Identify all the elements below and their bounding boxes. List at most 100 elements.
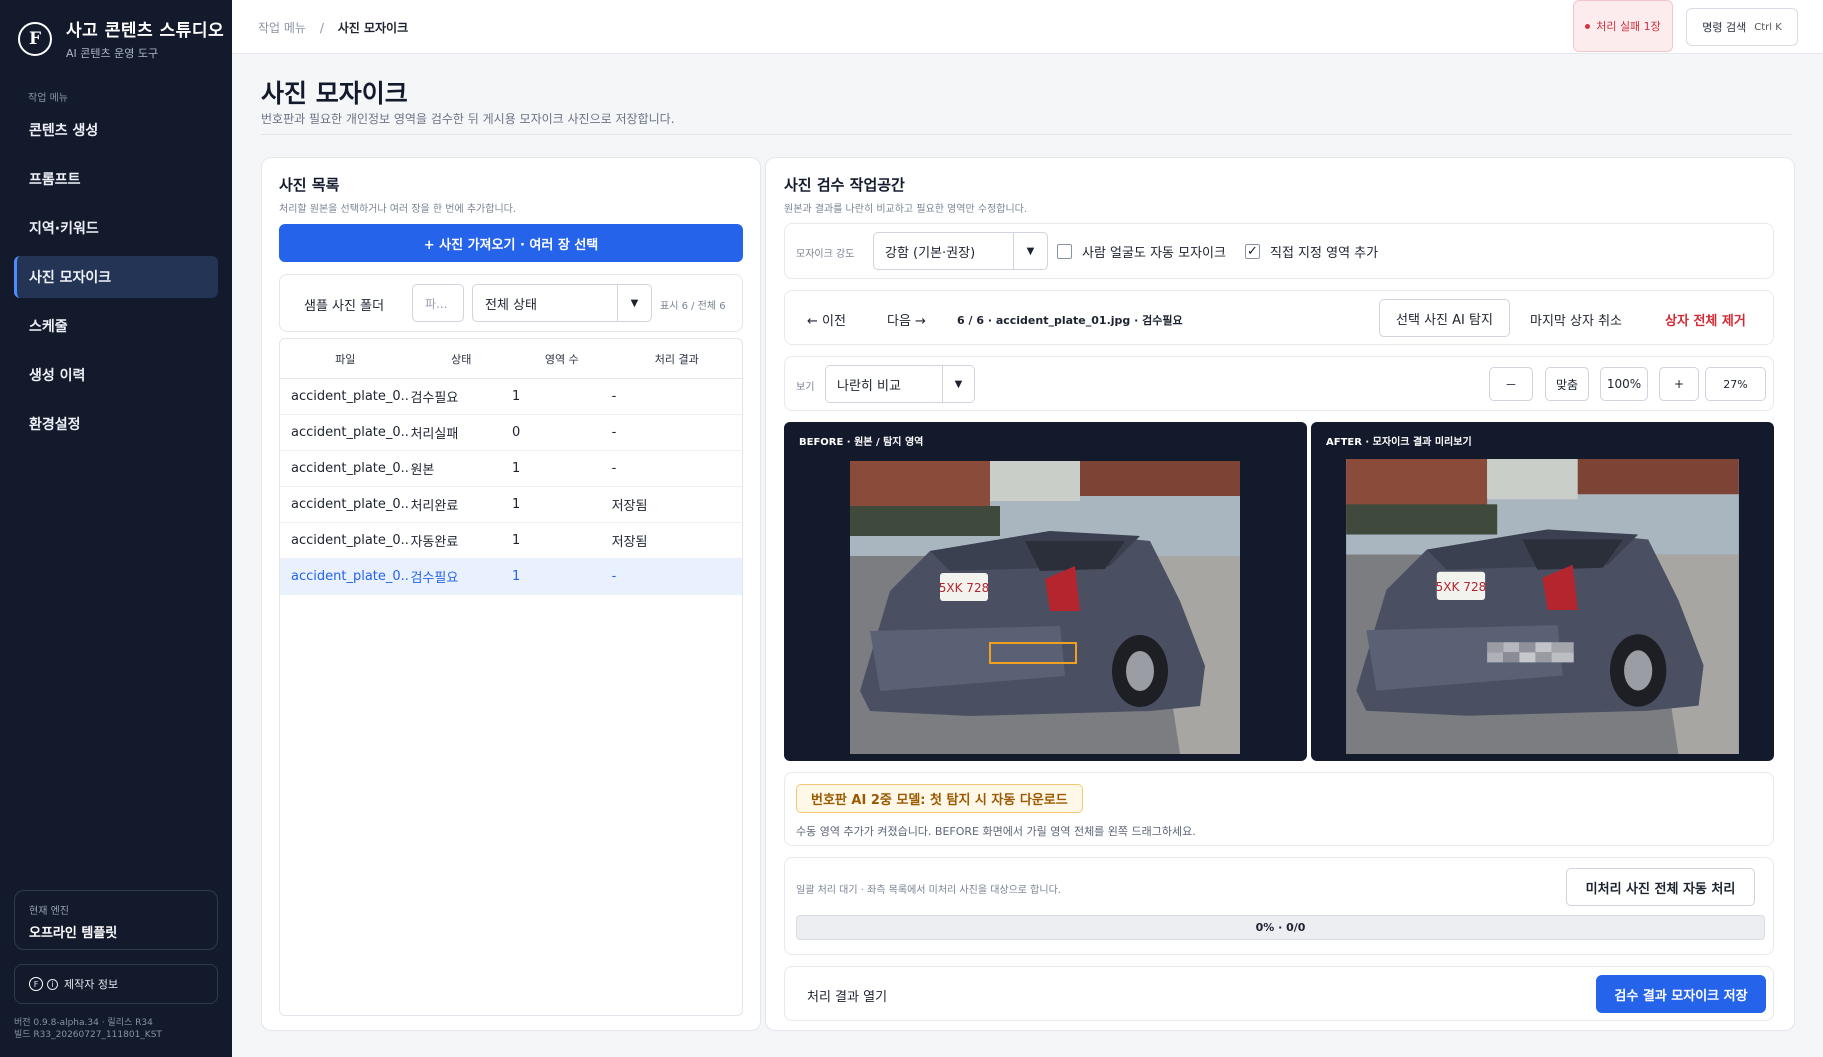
- table-row-selected[interactable]: accident_plate_0... 검수필요 1 -: [280, 559, 742, 595]
- brand[interactable]: F 사고 콘텐츠 스튜디오 AI 콘텐츠 운영 도구: [18, 16, 224, 61]
- breadcrumb-root[interactable]: 작업 메뉴: [258, 21, 306, 35]
- checkbox-unchecked-icon: [1057, 244, 1072, 259]
- file-table: 파일 상태 영역 수 처리 결과 accident_plate_0... 검수필…: [279, 338, 743, 1016]
- zoom-level: 27%: [1705, 367, 1766, 401]
- cell-status: 검수필요: [410, 571, 459, 586]
- sidebar-section-label: 작업 메뉴: [28, 93, 68, 104]
- fit-button[interactable]: 맞춤: [1545, 367, 1589, 401]
- batch-auto-process-button[interactable]: 미처리 사진 전체 자동 처리: [1566, 868, 1755, 906]
- view-label: 보기: [796, 382, 815, 393]
- cell-status: 원본: [410, 463, 435, 478]
- workspace-title: 사진 검수 작업공간: [784, 176, 905, 194]
- cell-status: 처리완료: [410, 499, 459, 514]
- column-header-areas[interactable]: 영역 수: [512, 351, 612, 367]
- sidebar-nav: 콘텐츠 생성 프롬프트 지역·키워드 사진 모자이크 스케줄 생성 이력 환경설…: [14, 109, 218, 452]
- photo-count: 표시 6 / 전체 6: [660, 301, 726, 312]
- strength-value: 강함 (기본·권장): [885, 245, 976, 261]
- auto-face-label: 사람 얼굴도 자동 모자이크: [1082, 246, 1226, 261]
- save-mosaic-button[interactable]: 검수 결과 모자이크 저장: [1596, 975, 1766, 1013]
- zoom-100-button[interactable]: 100%: [1600, 367, 1648, 401]
- photo-list-subtitle: 처리할 원본을 선택하거나 여러 장을 한 번에 추가합니다.: [279, 204, 517, 215]
- engine-value: 오프라인 템플릿: [29, 926, 118, 941]
- status-dot-icon: [1585, 23, 1591, 29]
- column-header-status[interactable]: 상태: [410, 351, 512, 367]
- sidebar-item-label: 스케줄: [29, 319, 68, 335]
- sidebar-item-region-keyword[interactable]: 지역·키워드: [14, 207, 218, 249]
- cell-file: accident_plate_0...: [291, 497, 411, 512]
- folder-input[interactable]: 파...: [412, 284, 464, 322]
- remove-all-boxes-button[interactable]: 상자 전체 제거: [1665, 310, 1746, 329]
- chevron-down-icon: ▼: [1013, 233, 1047, 269]
- ai-detect-button[interactable]: 선택 사진 AI 탐지: [1379, 299, 1510, 337]
- manual-area-checkbox[interactable]: ✓ 직접 지정 영역 추가: [1245, 242, 1378, 261]
- undo-box-button[interactable]: 마지막 상자 취소: [1530, 310, 1622, 329]
- column-header-file[interactable]: 파일: [280, 351, 410, 367]
- table-header: 파일 상태 영역 수 처리 결과: [280, 339, 742, 379]
- table-row[interactable]: accident_plate_0... 처리실패 0 -: [280, 415, 742, 451]
- view-mode-select[interactable]: 나란히 비교 ▼: [825, 365, 975, 403]
- import-photos-button[interactable]: + 사진 가져오기 · 여러 장 선택: [279, 224, 743, 262]
- after-photo: 5XK 728: [1346, 459, 1739, 754]
- plate-text: 5XK 728: [939, 581, 989, 595]
- prev-button[interactable]: ← 이전: [807, 310, 846, 329]
- engine-label: 현재 엔진: [29, 906, 69, 917]
- before-pane-title: BEFORE · 원본 / 탐지 영역: [799, 437, 924, 448]
- cell-result: 저장됨: [611, 499, 648, 514]
- cell-areas: 1: [512, 497, 521, 512]
- cell-file: accident_plate_0...: [291, 533, 411, 548]
- breadcrumb-current: 사진 모자이크: [337, 21, 409, 35]
- table-row[interactable]: accident_plate_0... 자동완료 1 저장됨: [280, 523, 742, 559]
- table-row[interactable]: accident_plate_0... 처리완료 1 저장됨: [280, 487, 742, 523]
- after-pane: AFTER · 모자이크 결과 미리보기 5XK 728: [1311, 422, 1774, 761]
- maker-info-button[interactable]: F i 제작자 정보: [14, 964, 218, 1004]
- table-row[interactable]: accident_plate_0... 검수필요 1 -: [280, 379, 742, 415]
- column-header-result[interactable]: 처리 결과: [612, 351, 742, 367]
- next-button[interactable]: 다음 →: [887, 310, 926, 329]
- sidebar-item-photo-mosaic[interactable]: 사진 모자이크: [14, 256, 218, 298]
- photo-list-panel: 사진 목록 처리할 원본을 선택하거나 여러 장을 한 번에 추가합니다. + …: [261, 157, 761, 1031]
- cell-status: 자동완료: [410, 535, 459, 550]
- strength-select[interactable]: 강함 (기본·권장) ▼: [873, 232, 1048, 270]
- cell-file: accident_plate_0...: [291, 461, 411, 476]
- batch-status-text: 일괄 처리 대기 · 좌측 목록에서 미처리 사진을 대상으로 합니다.: [796, 885, 1061, 896]
- table-row[interactable]: accident_plate_0... 원본 1 -: [280, 451, 742, 487]
- sidebar: F 사고 콘텐츠 스튜디오 AI 콘텐츠 운영 도구 작업 메뉴 콘텐츠 생성 …: [0, 0, 232, 1057]
- divider: [261, 134, 1792, 135]
- zoom-in-button[interactable]: +: [1659, 367, 1699, 401]
- topbar: 작업 메뉴 / 사진 모자이크 처리 실패 1장 명령 검색 Ctrl K: [232, 0, 1823, 54]
- sidebar-item-label: 프롬프트: [29, 172, 81, 188]
- review-workspace-panel: 사진 검수 작업공간 원본과 결과를 나란히 비교하고 필요한 영역만 수정합니…: [765, 157, 1795, 1031]
- sidebar-item-prompt[interactable]: 프롬프트: [14, 158, 218, 200]
- mosaic-region: [1487, 642, 1574, 663]
- sidebar-item-label: 생성 이력: [29, 368, 86, 384]
- sidebar-item-label: 환경설정: [29, 417, 81, 433]
- cell-result: 저장됨: [611, 535, 648, 550]
- cell-result: -: [611, 461, 617, 476]
- sidebar-item-content-create[interactable]: 콘텐츠 생성: [14, 109, 218, 151]
- version-info: 버전 0.9.8-alpha.34 · 릴리스 R34 빌드 R33_20260…: [14, 1017, 162, 1041]
- sidebar-item-history[interactable]: 생성 이력: [14, 354, 218, 396]
- cell-status: 검수필요: [410, 391, 459, 406]
- sidebar-item-schedule[interactable]: 스케줄: [14, 305, 218, 347]
- before-photo[interactable]: 5XK 728: [850, 461, 1240, 754]
- command-shortcut: Ctrl K: [1754, 21, 1782, 33]
- cell-areas: 0: [512, 425, 521, 440]
- sample-folder-button[interactable]: 샘플 사진 폴더: [304, 295, 384, 314]
- status-filter-value: 전체 상태: [485, 297, 537, 313]
- sidebar-item-settings[interactable]: 환경설정: [14, 403, 218, 445]
- status-filter-select[interactable]: 전체 상태 ▼: [472, 284, 652, 322]
- cell-areas: 1: [512, 461, 521, 476]
- command-search-button[interactable]: 명령 검색 Ctrl K: [1686, 8, 1798, 46]
- failure-badge-label: 처리 실패 1장: [1596, 20, 1661, 33]
- cell-result: -: [611, 569, 617, 584]
- cell-status: 처리실패: [410, 427, 459, 442]
- filter-row: 샘플 사진 폴더 파... 전체 상태 ▼ 표시 6 / 전체 6: [279, 274, 743, 332]
- open-result-button[interactable]: 처리 결과 열기: [807, 986, 887, 1005]
- app-logo-icon: F: [18, 21, 52, 56]
- auto-face-checkbox[interactable]: 사람 얼굴도 자동 모자이크: [1057, 242, 1226, 261]
- failure-badge[interactable]: 처리 실패 1장: [1573, 0, 1673, 52]
- sidebar-item-label: 콘텐츠 생성: [29, 123, 99, 139]
- cell-file: accident_plate_0...: [291, 389, 411, 404]
- cell-areas: 1: [512, 569, 521, 584]
- zoom-out-button[interactable]: －: [1489, 367, 1533, 401]
